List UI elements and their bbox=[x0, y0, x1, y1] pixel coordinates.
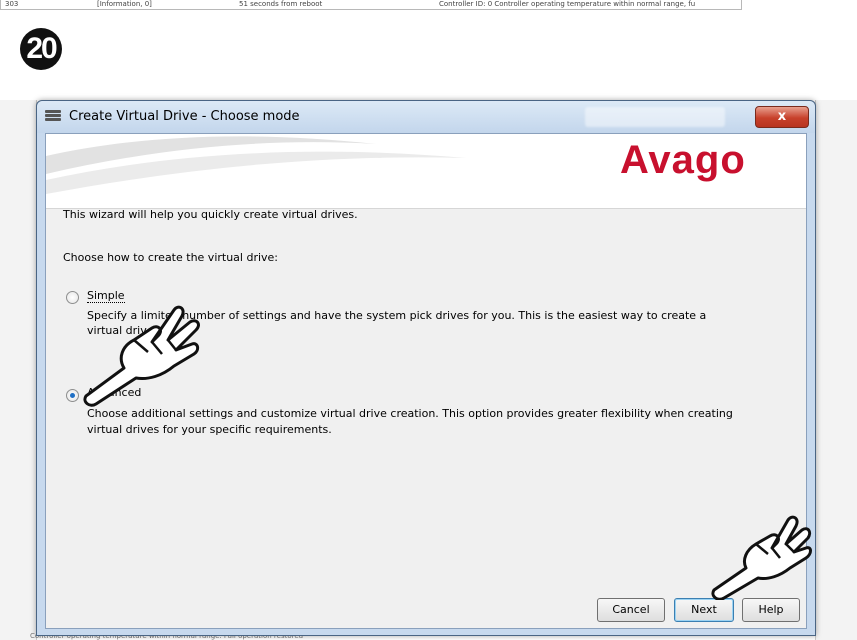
next-button[interactable]: Next bbox=[674, 598, 734, 622]
close-button[interactable]: x bbox=[755, 106, 809, 128]
advanced-description-line2: virtual drives for your specific require… bbox=[87, 423, 332, 436]
background-panel-right bbox=[815, 100, 857, 640]
background-window-tab bbox=[585, 107, 725, 127]
log-row-id: 303 bbox=[5, 0, 19, 8]
log-row-description: Controller ID: 0 Controller operating te… bbox=[439, 0, 696, 8]
step-number-badge: 20 bbox=[20, 28, 62, 70]
log-row-type: [Information, 0] bbox=[97, 0, 152, 8]
choose-mode-prompt: Choose how to create the virtual drive: bbox=[63, 251, 279, 264]
intro-text: This wizard will help you quickly create… bbox=[63, 208, 358, 221]
window-title: Create Virtual Drive - Choose mode bbox=[69, 109, 300, 124]
log-row-time: 51 seconds from reboot bbox=[239, 0, 323, 8]
help-button[interactable]: Help bbox=[742, 598, 800, 622]
pointing-hand-icon bbox=[83, 305, 200, 407]
background-panel-left bbox=[0, 100, 37, 640]
swoosh-decoration bbox=[46, 136, 466, 194]
title-bar[interactable]: Create Virtual Drive - Choose mode x bbox=[37, 101, 815, 133]
background-log-row: 303 [Information, 0] 51 seconds from reb… bbox=[0, 0, 742, 10]
drive-stack-icon bbox=[45, 110, 61, 124]
pointing-hand-icon-next bbox=[711, 515, 812, 600]
header-banner: Avago bbox=[46, 134, 806, 209]
avago-logo: Avago bbox=[620, 138, 746, 182]
cancel-button[interactable]: Cancel bbox=[597, 598, 665, 622]
